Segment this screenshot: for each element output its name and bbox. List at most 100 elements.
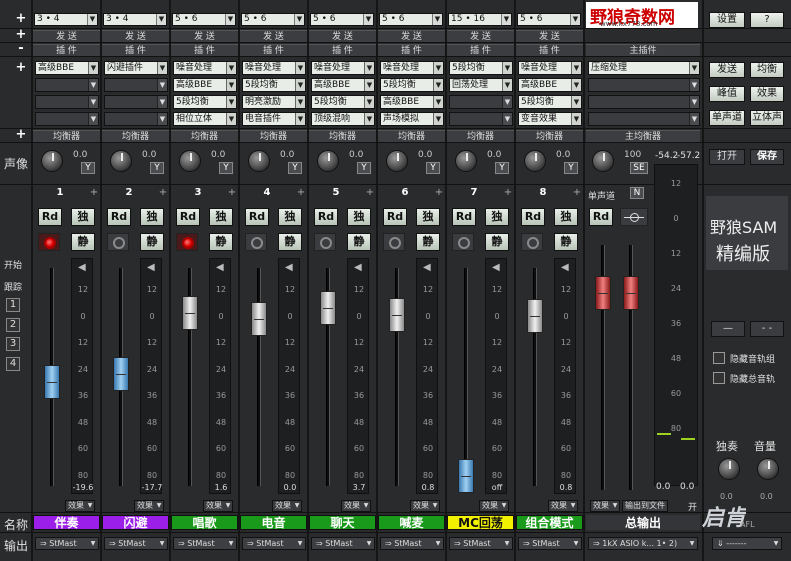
ch7-plugin-slot-3[interactable]: ▼ — [449, 95, 513, 109]
ch8-mute-button[interactable]: 静 — [554, 233, 578, 251]
ch7-plugin-button[interactable]: 插 件 — [447, 44, 514, 56]
ch8-solo-button[interactable]: 独 — [554, 208, 578, 226]
ch2-effects-select[interactable]: 效果 ▼ — [134, 500, 164, 512]
settings-button[interactable]: 设置 — [709, 12, 745, 28]
ch8-name[interactable]: 组合模式 — [516, 515, 583, 530]
ch8-plugin-button[interactable]: 插 件 — [516, 44, 583, 56]
ch5-rd-button[interactable]: Rd — [314, 208, 338, 226]
ch5-plugin-slot-2[interactable]: 高级BBE ▼ — [311, 78, 375, 92]
ch4-input-select[interactable]: 5 • 6 ▼ — [241, 13, 305, 26]
ch2-send-button[interactable]: 发 送 — [102, 30, 169, 42]
ch5-expand-button[interactable]: + — [365, 187, 375, 199]
eq-view-button[interactable]: 均衡 — [750, 62, 784, 78]
ch2-output-select[interactable]: ⇒ StMast ▼ — [104, 537, 168, 550]
ch3-plugin-slot-3[interactable]: 5段均衡 ▼ — [173, 95, 237, 109]
ch8-plugin-slot-2[interactable]: 高级BBE ▼ — [518, 78, 582, 92]
ch6-name[interactable]: 喊麦 — [378, 515, 445, 530]
ch2-y-button[interactable]: Y — [150, 162, 164, 174]
help-button[interactable]: ? — [750, 12, 784, 28]
ch4-solo-button[interactable]: 独 — [278, 208, 302, 226]
ch2-pan-knob[interactable] — [110, 150, 132, 172]
ch4-pan-knob[interactable] — [248, 150, 270, 172]
ch4-plugin-slot-4[interactable]: 电音插件 ▼ — [242, 112, 306, 126]
ch5-plugin-button[interactable]: 插 件 — [309, 44, 376, 56]
ch1-effects-select[interactable]: 效果 ▼ — [65, 500, 95, 512]
ch2-record-arm[interactable] — [107, 233, 129, 251]
add-plugin-button[interactable]: + — [14, 61, 28, 74]
ch8-rd-button[interactable]: Rd — [521, 208, 545, 226]
ch7-record-arm[interactable] — [452, 233, 474, 251]
ch5-plugin-slot-3[interactable]: 5段均衡 ▼ — [311, 95, 375, 109]
ch5-eq-button[interactable]: 均衡器 — [309, 130, 376, 142]
ch5-input-select[interactable]: 5 • 6 ▼ — [310, 13, 374, 26]
ch7-eq-button[interactable]: 均衡器 — [447, 130, 514, 142]
ch3-rd-button[interactable]: Rd — [176, 208, 200, 226]
ch2-plugin-slot-1[interactable]: 闪避插件 ▼ — [104, 61, 168, 75]
ch1-plugin-slot-1[interactable]: 高级BBE ▼ — [35, 61, 99, 75]
ch2-plugin-slot-4[interactable]: ▼ — [104, 112, 168, 126]
add-eq-button[interactable]: + — [14, 128, 28, 141]
ch1-expand-button[interactable]: + — [89, 187, 99, 199]
ch8-y-button[interactable]: Y — [564, 162, 578, 174]
ch7-input-select[interactable]: 15 • 16 ▼ — [448, 13, 512, 26]
ch8-pan-knob[interactable] — [524, 150, 546, 172]
save-button[interactable]: 保存 — [750, 149, 784, 165]
ch4-mute-button[interactable]: 静 — [278, 233, 302, 251]
add-row-button[interactable]: + — [14, 12, 28, 25]
ch6-effects-select[interactable]: 效果 ▼ — [410, 500, 440, 512]
ch1-pan-knob[interactable] — [41, 150, 63, 172]
ch1-eq-button[interactable]: 均衡器 — [33, 130, 100, 142]
ch3-output-select[interactable]: ⇒ StMast ▼ — [173, 537, 237, 550]
mono-button[interactable]: 单声道 — [709, 110, 745, 126]
ch3-send-button[interactable]: 发 送 — [171, 30, 238, 42]
master-left-fader[interactable] — [595, 276, 611, 310]
ch3-input-select[interactable]: 5 • 6 ▼ — [172, 13, 236, 26]
ch2-fader[interactable] — [113, 357, 129, 391]
ch8-effects-select[interactable]: 效果 ▼ — [548, 500, 578, 512]
ch6-fader[interactable] — [389, 298, 405, 332]
ch3-mute-button[interactable]: 静 — [209, 233, 233, 251]
ch3-fader[interactable] — [182, 296, 198, 330]
ch5-solo-button[interactable]: 独 — [347, 208, 371, 226]
ch3-plugin-slot-1[interactable]: 噪音处理 ▼ — [173, 61, 237, 75]
ch4-y-button[interactable]: Y — [288, 162, 302, 174]
collapse-button[interactable]: — — [711, 321, 745, 337]
ch4-send-button[interactable]: 发 送 — [240, 30, 307, 42]
ch3-pan-knob[interactable] — [179, 150, 201, 172]
master-plugin-slot-2[interactable]: ▼ — [588, 78, 700, 92]
ch6-plugin-button[interactable]: 插 件 — [378, 44, 445, 56]
track-4-button[interactable]: 4 — [6, 357, 20, 371]
ch6-plugin-slot-2[interactable]: 5段均衡 ▼ — [380, 78, 444, 92]
split-button[interactable]: - - — [750, 321, 784, 337]
ch8-plugin-slot-3[interactable]: 5段均衡 ▼ — [518, 95, 582, 109]
ch5-pan-knob[interactable] — [317, 150, 339, 172]
ch4-record-arm[interactable] — [245, 233, 267, 251]
ch4-output-select[interactable]: ⇒ StMast ▼ — [242, 537, 306, 550]
stereo-button[interactable]: 立体声 — [750, 110, 784, 126]
ch3-name[interactable]: 唱歌 — [171, 515, 238, 530]
ch6-y-button[interactable]: Y — [426, 162, 440, 174]
remove-plugin-row-button[interactable]: - — [14, 42, 28, 55]
ch8-expand-button[interactable]: + — [572, 187, 582, 199]
ch4-fader[interactable] — [251, 302, 267, 336]
ch3-solo-button[interactable]: 独 — [209, 208, 233, 226]
ch6-eq-button[interactable]: 均衡器 — [378, 130, 445, 142]
ch8-plugin-slot-1[interactable]: 噪音处理 ▼ — [518, 61, 582, 75]
hide-bus-checkbox[interactable] — [713, 372, 725, 384]
ch6-mute-button[interactable]: 静 — [416, 233, 440, 251]
ch7-solo-button[interactable]: 独 — [485, 208, 509, 226]
ch5-output-select[interactable]: ⇒ StMast ▼ — [311, 537, 375, 550]
ch2-eq-button[interactable]: 均衡器 — [102, 130, 169, 142]
ch1-rd-button[interactable]: Rd — [38, 208, 62, 226]
ch4-plugin-button[interactable]: 插 件 — [240, 44, 307, 56]
ch1-input-select[interactable]: 3 • 4 ▼ — [34, 13, 98, 26]
track-1-button[interactable]: 1 — [6, 298, 20, 312]
master-plugin-slot-4[interactable]: ▼ — [588, 112, 700, 126]
ch7-plugin-slot-1[interactable]: 5段均衡 ▼ — [449, 61, 513, 75]
ch1-fader[interactable] — [44, 365, 60, 399]
ch7-output-select[interactable]: ⇒ StMast ▼ — [449, 537, 513, 550]
ch2-mute-button[interactable]: 静 — [140, 233, 164, 251]
hide-group-checkbox[interactable] — [713, 352, 725, 364]
track-2-button[interactable]: 2 — [6, 318, 20, 332]
ch2-plugin-button[interactable]: 插 件 — [102, 44, 169, 56]
